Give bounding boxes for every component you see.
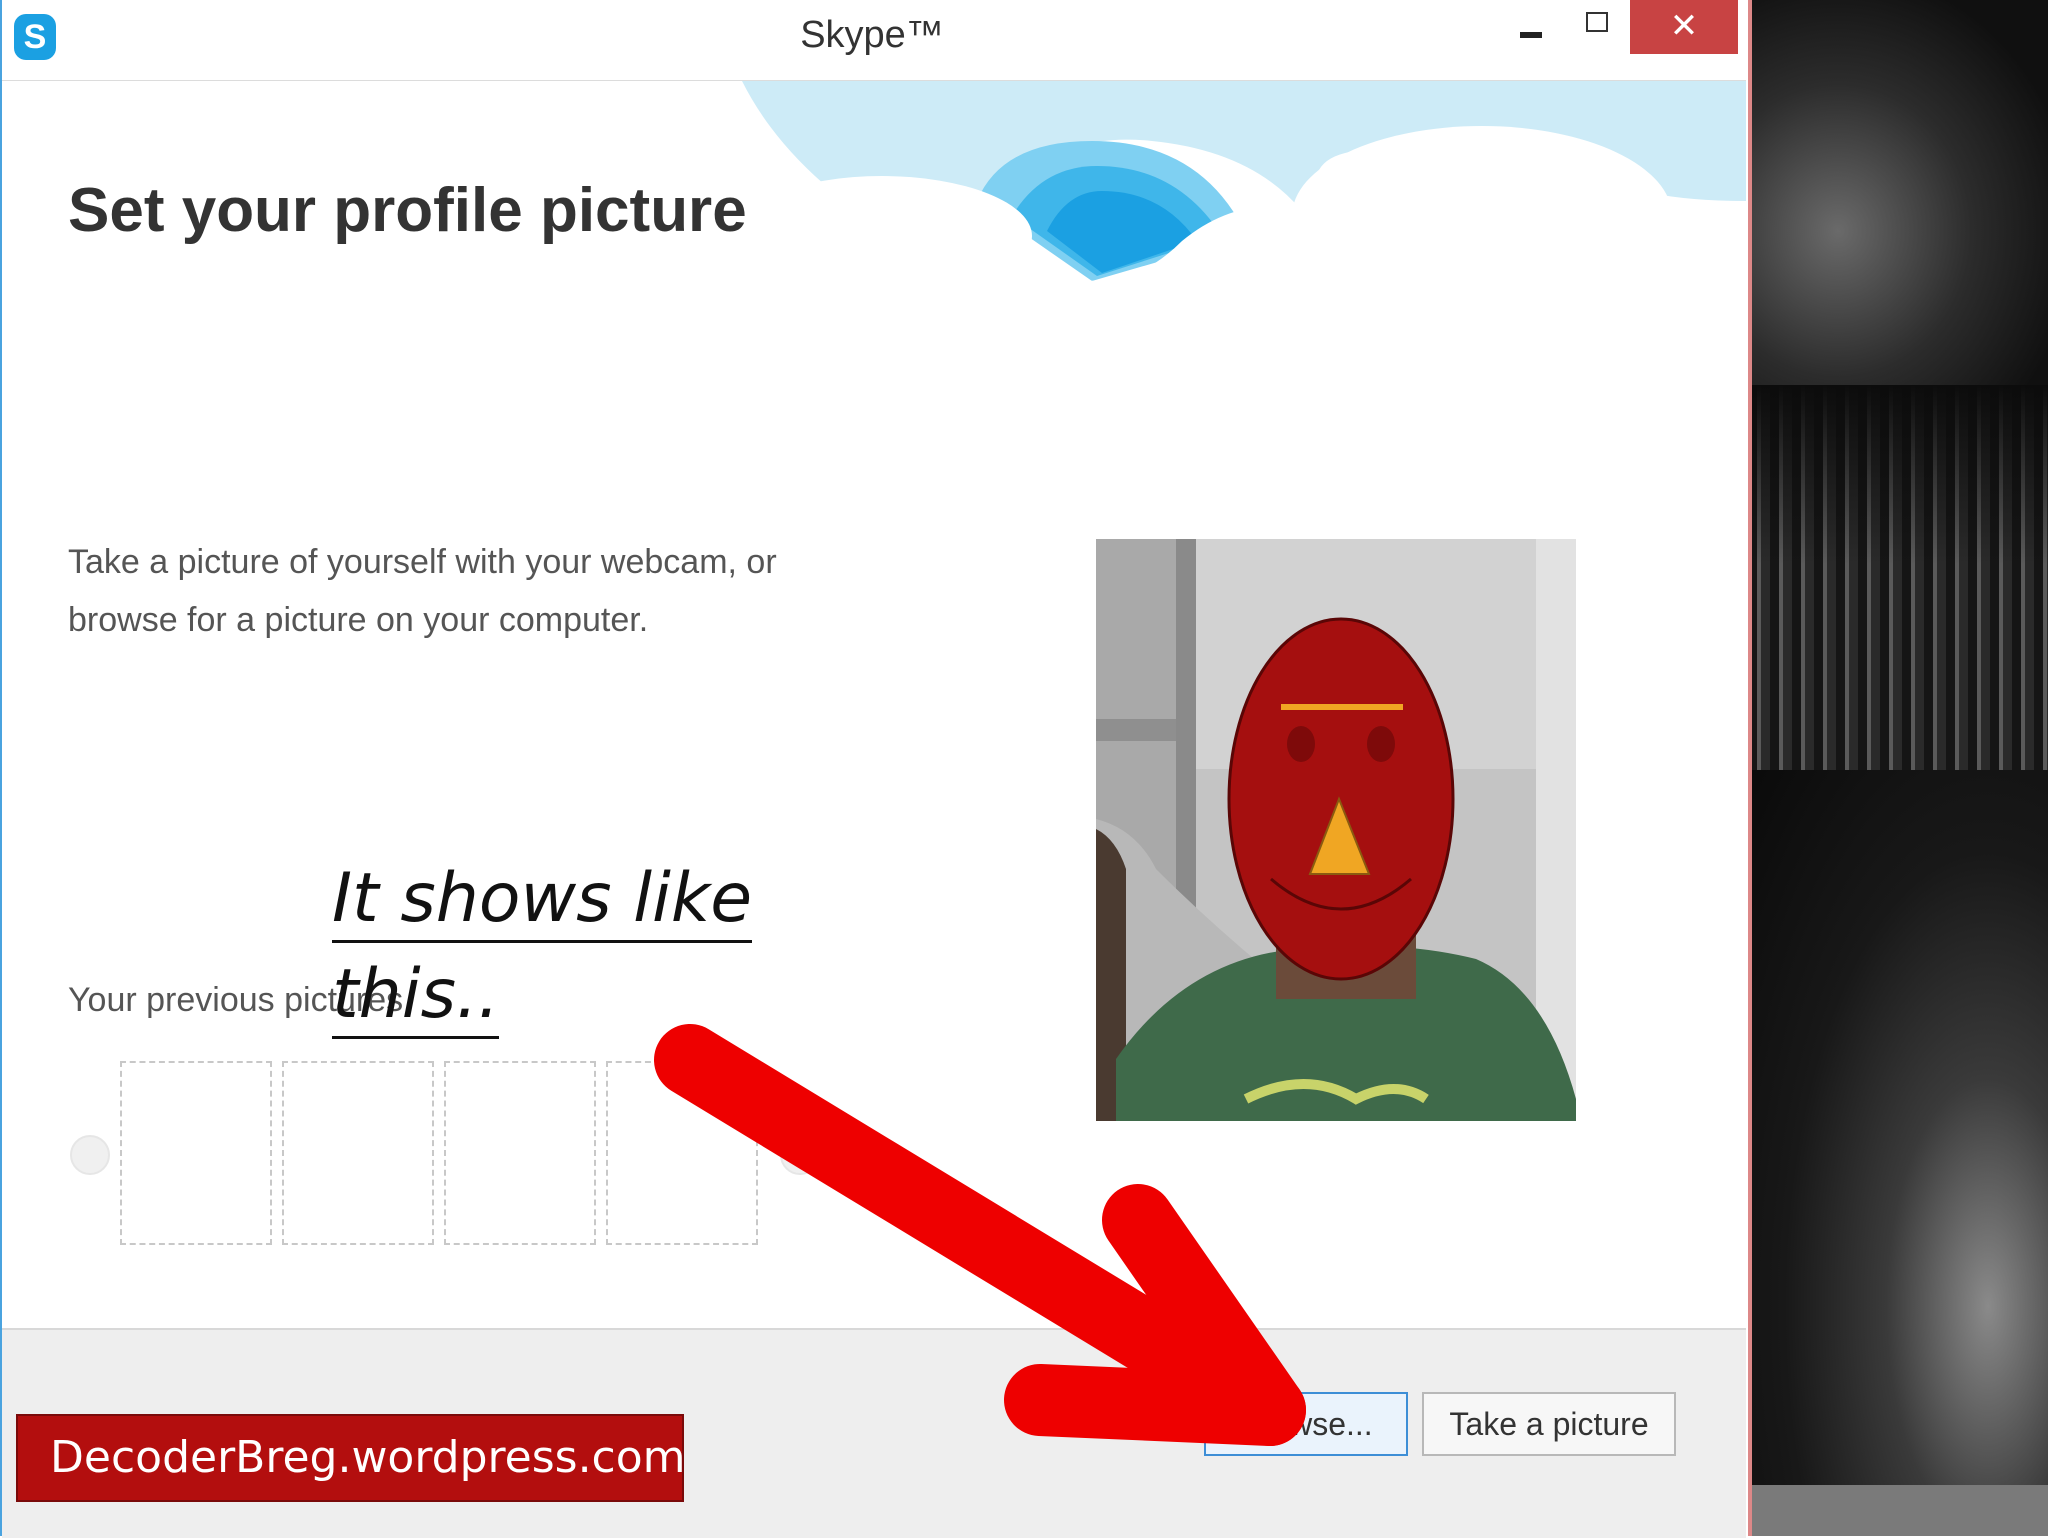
take-picture-button[interactable]: Take a picture [1422, 1392, 1676, 1456]
picture-slot-3[interactable] [444, 1061, 596, 1245]
instructions-text: Take a picture of yourself with your web… [68, 533, 828, 649]
minimize-icon[interactable] [1520, 32, 1542, 38]
window-title: Skype™ [800, 14, 944, 56]
picture-slot-2[interactable] [282, 1061, 434, 1245]
website-banner: DecoderBreg.wordpress.com [16, 1414, 686, 1502]
face-mask-shape [1227, 617, 1455, 981]
slide-edge-line [1748, 0, 1752, 1536]
page-title: Set your profile picture [68, 176, 747, 245]
background-photo-strip [1748, 0, 2048, 1536]
background-photo-top [1748, 0, 2048, 385]
close-button[interactable]: ✕ [1630, 0, 1738, 54]
picture-slot-1[interactable] [120, 1061, 272, 1245]
previous-pictures-list [120, 1061, 758, 1249]
annotation-line-1: It shows like [332, 859, 753, 943]
skype-logo-icon[interactable]: S [14, 14, 56, 60]
handwritten-annotation: It shows like this.. [332, 851, 812, 1043]
background-photo-middle [1748, 385, 2048, 770]
maximize-icon[interactable] [1586, 12, 1608, 32]
webcam-preview [1096, 539, 1576, 1121]
previous-arrow-icon[interactable] [70, 1135, 110, 1175]
browse-button[interactable]: Browse... [1204, 1392, 1408, 1456]
webcam-image [1096, 539, 1576, 1121]
annotation-line-2: this.. [332, 955, 500, 1039]
instructions-line-1: Take a picture of yourself with your web… [68, 543, 777, 581]
background-photo-footer [1748, 1485, 2048, 1536]
next-arrow-icon[interactable] [780, 1135, 820, 1175]
background-photo-bottom [1748, 770, 2048, 1485]
profile-picture-dialog: Set your profile picture Take a picture … [2, 81, 1746, 1328]
skype-window: S Skype™ ✕ Set your profile picture Take… [0, 0, 1746, 1538]
instructions-line-2: browse for a picture on your computer. [68, 601, 649, 639]
picture-slot-4[interactable] [606, 1061, 758, 1245]
title-bar: S Skype™ ✕ [2, 0, 1746, 81]
